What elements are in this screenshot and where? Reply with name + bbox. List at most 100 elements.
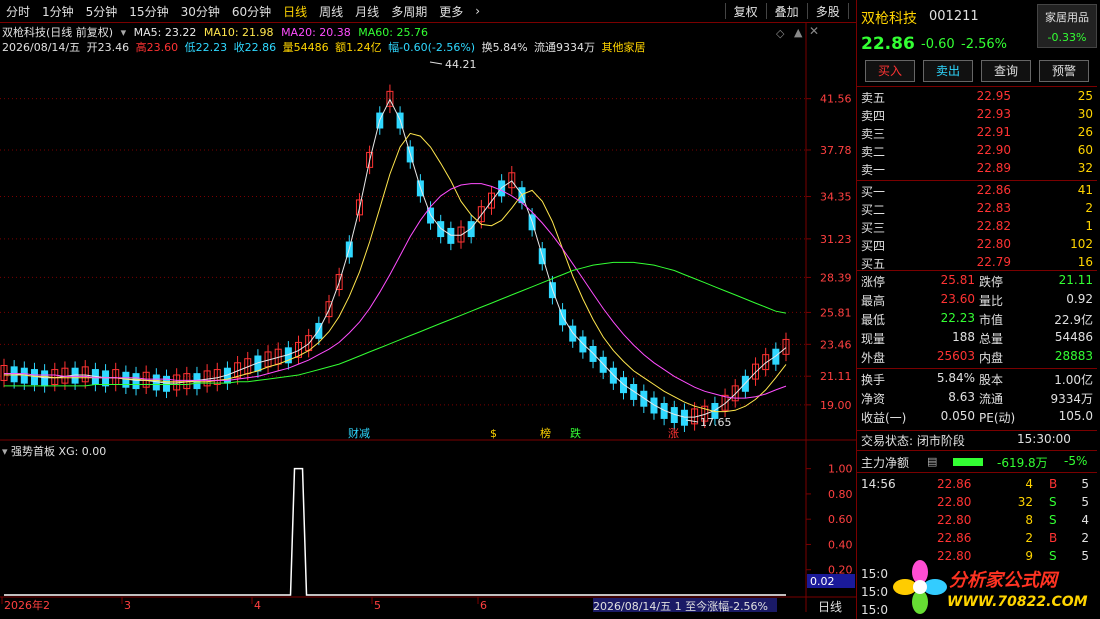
ask-label: 卖五 (861, 91, 886, 105)
logo-flower-icon (891, 558, 949, 616)
orderbook-row: 卖二 22.90 60 (861, 143, 1093, 159)
candle-body (162, 375, 170, 392)
stat-label: 外盘 (861, 351, 886, 365)
query-button[interactable]: 查询 (981, 60, 1031, 82)
bid-volume: 1 (1085, 219, 1093, 233)
tick-direction: B (1049, 477, 1058, 491)
ma-line-ma5 (4, 98, 787, 418)
tick-time: 14:56 (861, 477, 896, 491)
bid-volume: 102 (1070, 237, 1093, 251)
y-tick-label: 37.78 (820, 144, 852, 157)
tick-count: 4 (1081, 513, 1089, 527)
y-tick-label: 34.35 (820, 191, 852, 204)
stat-label: 股本 (979, 373, 1004, 387)
main-flow-label[interactable]: 主力净额 (861, 454, 909, 471)
stat-value: 21.11 (1058, 273, 1093, 287)
event-marker: $ (490, 427, 497, 440)
stat-label: 市值 (979, 313, 1004, 327)
bid-label: 买一 (861, 185, 886, 199)
y-tick-label: 1.00 (828, 463, 853, 476)
stat-value: 22.9亿 (1054, 313, 1093, 327)
period-label[interactable]: 日线 (818, 598, 842, 615)
alert-button[interactable]: 预警 (1039, 60, 1089, 82)
x-tick-label: 6 (480, 599, 487, 612)
y-tick-label: 28.39 (820, 271, 852, 284)
stat-row: 最低 22.23 市值 22.9亿 (861, 311, 1093, 327)
event-marker: 涨 (668, 427, 679, 440)
tick-row: 14:56 22.86 4 B 5 (861, 477, 1093, 493)
main-flow-value: -619.8万 (997, 456, 1048, 470)
stat-value: 28883 (1054, 349, 1093, 363)
tick-count: 5 (1081, 495, 1089, 509)
x-tick-label: 3 (124, 599, 131, 612)
tick-price: 22.80 (937, 513, 972, 527)
tick-volume: 9 (1025, 549, 1033, 563)
tick-volume: 2 (1025, 531, 1033, 545)
tick-row: 22.80 8 S 4 (861, 513, 1093, 529)
stat-label: 涨停 (861, 275, 886, 289)
stat-label: 跌停 (979, 275, 1004, 289)
tick-time: 15:0 (861, 585, 888, 599)
x-tick-label: 4 (254, 599, 261, 612)
buy-button[interactable]: 买入 (865, 60, 915, 82)
xg-signal-line (4, 467, 786, 596)
quote-panel: 双枪科技 001211 家居用品 -0.33% 22.86 -0.60 -2.5… (856, 0, 1100, 619)
stat-row: 收益(一) 0.050 PE(动) 105.0 (861, 409, 1093, 425)
kline-chart[interactable]: 41.56 37.78 34.35 31.23 28.39 25.81 23.46 21.11… (0, 0, 856, 619)
stat-row: 换手 5.84% 股本 1.00亿 (861, 371, 1093, 387)
sector-change: -0.33% (1047, 31, 1087, 44)
event-marker: 跌 (570, 426, 581, 440)
tick-direction: S (1049, 513, 1057, 527)
stat-row: 净资 8.63 流通 9334万 (861, 390, 1093, 406)
high-price-label: 44.21 (445, 58, 477, 71)
stat-value: 54486 (1054, 330, 1093, 344)
stat-label: 量比 (979, 294, 1004, 308)
indicator-dropdown-icon[interactable]: ▾ (2, 445, 8, 458)
candle-body (630, 384, 638, 400)
orderbook-row: 买一 22.86 41 (861, 183, 1093, 199)
ma-line-ma60 (4, 261, 787, 387)
tick-direction: S (1049, 495, 1057, 509)
stat-value: 25.81 (940, 273, 975, 287)
stat-value: 0.92 (1066, 292, 1093, 306)
candle-body (640, 390, 648, 407)
orderbook-row: 卖五 22.95 25 (861, 89, 1093, 105)
y-tick-label: 0.80 (828, 488, 853, 501)
stat-value: 23.60 (940, 292, 975, 306)
tick-volume: 32 (1017, 495, 1033, 509)
stat-value: 188 (952, 330, 975, 344)
bid-label: 买四 (861, 239, 886, 253)
candle-body (102, 370, 110, 387)
candle-body (132, 373, 140, 390)
stat-value: 5.84% (936, 371, 975, 385)
sector-box[interactable]: 家居用品 -0.33% (1037, 4, 1097, 48)
sell-button[interactable]: 卖出 (923, 60, 973, 82)
candle-body (41, 370, 49, 387)
low-price-label: 17.65 (700, 416, 732, 429)
stat-value: 22.23 (940, 311, 975, 325)
tick-count: 5 (1081, 477, 1089, 491)
event-marker: 榜 (540, 426, 551, 440)
logo-url: WWW.70822.COM (947, 594, 1088, 610)
high-marker-line (429, 61, 443, 65)
main-flow-pct: -5% (1064, 454, 1088, 468)
y-tick-label: 19.00 (820, 399, 852, 412)
stat-label: 最低 (861, 313, 886, 327)
y-tick-label: 31.23 (820, 233, 852, 246)
tick-price: 22.86 (937, 531, 972, 545)
bid-label: 买三 (861, 221, 886, 235)
ask-volume: 26 (1077, 125, 1093, 139)
list-icon[interactable]: ▤ (927, 455, 937, 468)
tick-price: 22.86 (937, 477, 972, 491)
tick-direction: B (1049, 531, 1058, 545)
logo-text: 分析家公式网 (949, 570, 1057, 591)
ask-label: 卖四 (861, 109, 886, 123)
stat-label: 净资 (861, 392, 886, 406)
indicator-title[interactable]: 强势首板 (11, 445, 55, 458)
bid-price: 22.86 (976, 183, 1011, 197)
ask-price: 22.90 (976, 143, 1011, 157)
ask-label: 卖二 (861, 145, 886, 159)
ma-line-ma20 (4, 183, 787, 399)
event-marker: 财减 (348, 426, 370, 440)
candle-body (680, 409, 688, 426)
